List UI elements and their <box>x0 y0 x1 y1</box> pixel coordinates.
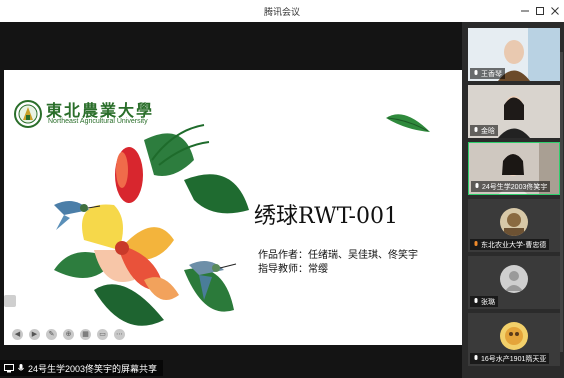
share-screen-icon <box>4 363 14 372</box>
advisor-line: 指导教师：常缨 <box>258 264 328 275</box>
participant-tile[interactable]: 金晗 <box>468 85 560 138</box>
avatar <box>500 322 528 350</box>
prev-slide-icon[interactable]: ◀ <box>12 328 23 340</box>
title-bar: 腾讯会议 <box>0 0 564 23</box>
more-icon[interactable]: ⋯ <box>114 328 125 340</box>
slide-toolbar: ◀ ▶ ✎ ⊕ ▦ ▭ ⋯ <box>4 323 142 345</box>
participant-name-tag: 东北农业大学-曹忠德 <box>470 239 550 250</box>
mic-icon <box>474 354 478 360</box>
participant-list: 王香琴 金晗 24号生学2003佟笑宇 东北农业大学-曹忠德 张璐 16号水产1… <box>462 22 564 378</box>
window-title: 腾讯会议 <box>263 7 300 17</box>
authors-line: 作品作者：任绪瑞、吴佳琪、佟笑宇 <box>258 250 418 261</box>
mic-icon <box>474 297 478 303</box>
participant-name: 金晗 <box>481 127 495 135</box>
mic-icon <box>474 126 478 132</box>
mic-icon <box>474 69 478 75</box>
shared-screen-area[interactable]: 東北農業大學 Northeast Agricultural University <box>0 22 462 378</box>
avatar <box>500 265 528 293</box>
side-panel-toggle[interactable] <box>4 295 16 307</box>
participant-name-tag: 张璐 <box>470 296 498 307</box>
minimize-icon[interactable] <box>518 4 532 18</box>
pen-icon[interactable]: ✎ <box>46 328 57 340</box>
participant-tile[interactable]: 王香琴 <box>468 28 560 81</box>
mic-icon <box>18 363 24 370</box>
participant-tile[interactable]: 16号水产1901隋天亚 <box>468 313 560 366</box>
participant-name-tag: 24号生学2003佟笑宇 <box>471 181 551 192</box>
leaf-decoration <box>386 114 430 132</box>
participant-tile-active[interactable]: 24号生学2003佟笑宇 <box>468 142 560 195</box>
close-icon[interactable] <box>548 4 562 18</box>
screen-share-label: 24号生学2003佟笑宇的屏幕共享 <box>0 360 164 376</box>
participant-name-tag: 金晗 <box>470 125 498 136</box>
participant-name: 16号水产1901隋天亚 <box>481 355 547 363</box>
participant-name: 东北农业大学-曹忠德 <box>481 241 547 249</box>
participant-name-tag: 王香琴 <box>470 68 505 79</box>
next-slide-icon[interactable]: ▶ <box>29 328 40 340</box>
participant-name: 张璐 <box>481 298 495 306</box>
mic-icon <box>474 240 478 246</box>
presentation-slide: 東北農業大學 Northeast Agricultural University <box>4 70 462 345</box>
zoom-icon[interactable]: ⊕ <box>63 328 74 340</box>
avatar <box>500 208 528 236</box>
subtitle-icon[interactable]: ▭ <box>97 328 108 340</box>
participant-tile[interactable]: 东北农业大学-曹忠德 <box>468 199 560 252</box>
participant-tile[interactable]: 张璐 <box>468 256 560 309</box>
slide-title: 绣球RWT-001 <box>254 204 398 229</box>
participant-name-tag: 16号水产1901隋天亚 <box>470 353 550 364</box>
floral-artwork-image <box>54 124 249 326</box>
participant-name: 王香琴 <box>481 70 502 78</box>
participant-scrollbar[interactable] <box>560 52 563 352</box>
share-label-text: 24号生学2003佟笑宇的屏幕共享 <box>28 363 158 374</box>
participant-name: 24号生学2003佟笑宇 <box>482 183 548 191</box>
maximize-icon[interactable] <box>533 4 547 18</box>
grid-icon[interactable]: ▦ <box>80 328 91 340</box>
mic-icon <box>475 182 479 188</box>
